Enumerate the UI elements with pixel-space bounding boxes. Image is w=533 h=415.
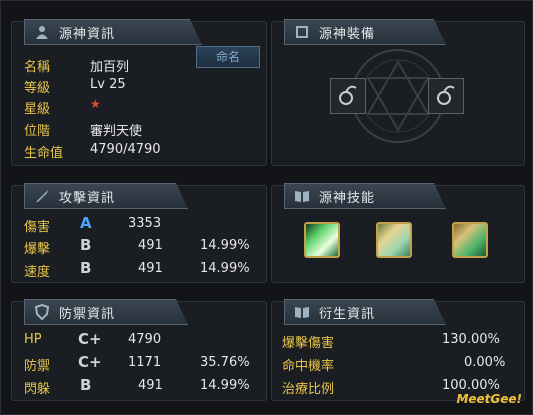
derived-label-heal: 治療比例 <box>282 382 335 397</box>
skills-panel: 源神技能 <box>271 185 525 283</box>
info-label-level: 等級 <box>24 81 51 96</box>
attack-label-crit: 爆擊 <box>24 242 51 257</box>
skills-title: 源神技能 <box>319 190 376 206</box>
equip-header: 源神裝備 <box>284 19 446 45</box>
info-label-star: 星級 <box>24 102 51 117</box>
sword-icon <box>33 187 51 205</box>
grade-c-plus-icon: C+ <box>78 330 102 348</box>
derived-value-heal: 100.00% <box>442 378 500 393</box>
person-icon <box>33 23 51 41</box>
book-icon <box>293 303 311 321</box>
equip-title: 源神裝備 <box>319 26 376 42</box>
info-value-name: 加百列 <box>90 60 130 75</box>
defense-value-def: 1171 <box>128 355 162 370</box>
derived-title: 衍生資訊 <box>319 306 376 322</box>
brand-logo: MeetGee! <box>456 392 522 406</box>
attack-pct-crit: 14.99% <box>200 238 250 253</box>
grade-c-plus-icon: C+ <box>78 353 102 371</box>
derived-label-hit: 命中機率 <box>282 359 335 374</box>
defense-value-hp: 4790 <box>128 332 162 347</box>
rename-button[interactable]: 命名 <box>196 46 260 68</box>
grade-a-icon: A <box>80 214 92 232</box>
derived-header: 衍生資訊 <box>284 299 446 325</box>
shield-icon <box>33 303 51 321</box>
equipment-icon <box>293 23 311 41</box>
attack-value-speed: 491 <box>138 261 163 276</box>
equip-slot-left[interactable] <box>330 78 366 114</box>
info-label-rank: 位階 <box>24 124 51 139</box>
defense-pct-evade: 14.99% <box>200 378 250 393</box>
skill-slot-3[interactable] <box>452 222 488 258</box>
info-value-hp: 4790/4790 <box>90 142 161 157</box>
defense-header: 防禦資訊 <box>24 299 188 325</box>
defense-value-evade: 491 <box>138 378 163 393</box>
grade-b-icon: B <box>80 376 92 394</box>
grade-b-icon: B <box>80 236 92 254</box>
defense-pct-def: 35.76% <box>200 355 250 370</box>
info-value-level: Lv 25 <box>90 77 126 92</box>
attack-panel: 攻擊資訊 傷害 A 3353 爆擊 B 491 14.99% 速度 B 491 … <box>11 185 267 283</box>
attack-header: 攻擊資訊 <box>24 183 188 209</box>
info-value-rank: 審判天使 <box>90 124 143 139</box>
info-title: 源神資訊 <box>59 26 116 42</box>
skill-slot-2[interactable] <box>376 222 412 258</box>
defense-panel: 防禦資訊 HP C+ 4790 防禦 C+ 1171 35.76% 閃躲 B 4… <box>11 301 267 401</box>
skills-header: 源神技能 <box>284 183 446 209</box>
attack-value-damage: 3353 <box>128 216 162 231</box>
skill-slot-1[interactable] <box>304 222 340 258</box>
defense-label-def: 防禦 <box>24 359 51 374</box>
grade-b-icon: B <box>80 259 92 277</box>
defense-label-hp: HP <box>24 332 42 347</box>
info-label-hp: 生命值 <box>24 146 64 161</box>
derived-panel: 衍生資訊 爆擊傷害 130.00% 命中機率 0.00% 治療比例 100.00… <box>271 301 525 401</box>
derived-value-crit-dmg: 130.00% <box>442 332 500 347</box>
derived-label-crit-dmg: 爆擊傷害 <box>282 336 335 351</box>
god-info-window: 源神資訊 命名 名稱 加百列 等級 Lv 25 星級 ★ 位階 審判天使 生命值… <box>0 0 533 415</box>
derived-value-hit: 0.00% <box>464 355 506 370</box>
attack-label-speed: 速度 <box>24 265 51 280</box>
attack-title: 攻擊資訊 <box>59 190 116 206</box>
equip-slot-right[interactable] <box>428 78 464 114</box>
equip-panel: 源神裝備 <box>271 21 525 166</box>
attack-pct-speed: 14.99% <box>200 261 250 276</box>
defense-title: 防禦資訊 <box>59 306 116 322</box>
info-header: 源神資訊 <box>24 19 202 45</box>
attack-value-crit: 491 <box>138 238 163 253</box>
info-label-name: 名稱 <box>24 60 51 75</box>
book-icon <box>293 187 311 205</box>
info-panel: 源神資訊 命名 名稱 加百列 等級 Lv 25 星級 ★ 位階 審判天使 生命值… <box>11 21 267 166</box>
star-icon: ★ <box>90 97 101 111</box>
defense-label-evade: 閃躲 <box>24 382 51 397</box>
attack-label-damage: 傷害 <box>24 220 51 235</box>
